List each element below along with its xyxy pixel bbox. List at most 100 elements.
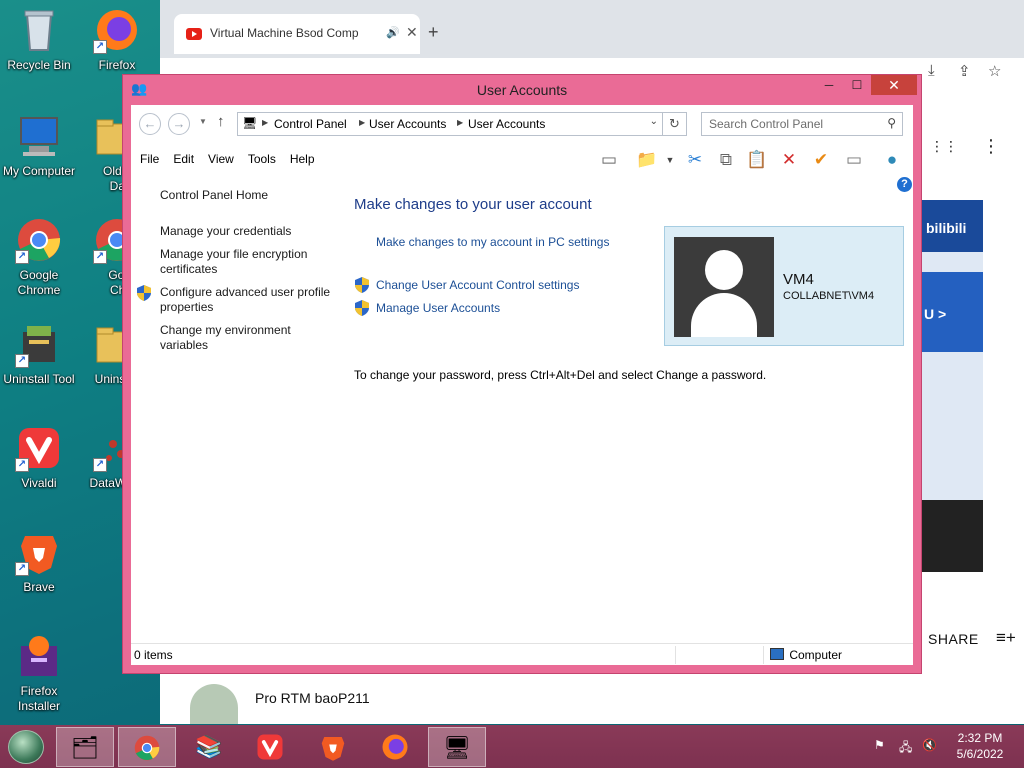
back-button[interactable]: ← [139,113,161,135]
brave-icon: ↗ [15,528,63,576]
taskbar-firefox[interactable] [366,727,424,767]
desktop-icon-label-line2: Chrome [17,283,61,297]
status-location-label: Computer [789,648,843,662]
download-icon[interactable]: ⤓ [928,62,935,79]
bookmark-star-icon[interactable]: ☆ [988,62,1001,80]
window-titlebar[interactable]: 👥 User Accounts ─ ☐ ✕ [123,75,921,105]
chrome-icon: ↗ [15,216,63,264]
video-thumbnail [190,684,238,724]
menu-file[interactable]: File [133,150,166,168]
save-playlist-icon[interactable]: ≡+ [996,628,1016,648]
status-divider [763,646,764,664]
system-clock[interactable]: 2:32 PM 5/6/2022 [950,730,1010,762]
help-icon[interactable]: ? [897,177,912,192]
desktop-icon-recycle-bin[interactable]: Recycle Bin [0,6,78,73]
preview-pane-icon[interactable]: ▭ [596,147,622,173]
recent-locations-icon[interactable]: ▼ [199,117,207,126]
taskbar-chrome[interactable] [118,727,176,767]
taskbar-vivaldi[interactable] [241,727,299,767]
uac-shield-icon [355,277,369,293]
file-explorer-icon: 🗂 [71,735,99,760]
recycle-bin-icon [15,6,63,54]
address-dropdown-icon[interactable]: ⌄ [650,116,658,127]
firefox-icon: ↗ [93,6,141,54]
firefox-icon [382,734,408,760]
taskbar-file-explorer[interactable]: 🗂 [56,727,114,767]
search-input[interactable] [702,113,872,135]
uac-settings-link[interactable]: Change User Account Control settings [376,278,579,292]
firefox-installer-icon [15,632,63,680]
taskbar-control-panel[interactable]: 🖥 [428,727,486,767]
breadcrumb-user-accounts[interactable]: User Accounts [369,117,446,131]
address-bar[interactable]: 🖥 ▶ Control Panel ▶ User Accounts ▶ User… [237,112,663,136]
rename-icon[interactable]: ▭ [841,147,867,173]
cut-icon[interactable]: ✂ [682,147,708,173]
network-icon[interactable]: 🖧 [899,738,912,759]
desktop-icon-brave[interactable]: ↗ Brave [0,528,78,595]
desktop-icon-firefox[interactable]: ↗ Firefox [78,6,156,73]
taskbar-brave[interactable] [304,727,362,767]
menu-tools[interactable]: Tools [241,150,283,168]
folder-options-dropdown-icon[interactable]: ▼ [657,147,683,173]
start-button[interactable] [8,730,44,764]
advanced-profile-link[interactable]: Configure advanced user profile properti… [160,285,340,315]
desktop-icon-firefox-installer[interactable]: Firefox Installer [0,632,78,714]
share-button[interactable]: SHARE [928,631,979,647]
menu-edit[interactable]: Edit [166,150,201,168]
chrome-tab[interactable]: Virtual Machine Bsod Comp 🔊 ✕ [174,14,420,54]
refresh-button[interactable]: ↻ [663,112,687,136]
status-location: Computer [770,648,842,662]
status-divider [675,646,676,664]
desktop-icon-vivaldi[interactable]: ↗ Vivaldi [0,424,78,491]
breadcrumb-separator-icon[interactable]: ▶ [262,118,268,127]
breadcrumb-user-accounts-current[interactable]: User Accounts [468,117,545,131]
pc-settings-link[interactable]: Make changes to my account in PC setting… [376,235,609,249]
desktop-icon-label-line2: Installer [17,699,61,713]
volume-muted-icon[interactable]: 🔇 [922,738,937,752]
desktop-icon-google-chrome[interactable]: ↗ Google Chrome [0,216,78,298]
desktop-icon-uninstall-tool[interactable]: ↗ Uninstall Tool [0,320,78,387]
user-silhouette-icon [705,250,743,290]
taskbar-uninstall-tool[interactable]: 📚 [180,727,238,767]
environment-variables-link[interactable]: Change my environment variables [160,323,340,353]
properties-check-icon[interactable]: ✔ [808,147,834,173]
address-bar-row: ← → ▼ ↑ 🖥 ▶ Control Panel ▶ User Account… [131,105,913,141]
breadcrumb-separator-icon[interactable]: ▶ [457,118,463,127]
more-options-icon[interactable]: ⋮ [982,136,1000,157]
manage-user-accounts-link[interactable]: Manage User Accounts [376,301,500,315]
avatar [674,237,774,337]
forward-button[interactable]: → [168,113,190,135]
delete-icon[interactable]: ✕ [776,147,802,173]
user-account-card[interactable]: VM4 COLLABNET\VM4 [664,226,904,346]
video-preview[interactable]: bilibili U > [920,200,983,572]
desktop-icon-label: Vivaldi [21,476,57,490]
clock-time: 2:32 PM [957,731,1003,745]
menu-view[interactable]: View [201,150,241,168]
up-button[interactable]: ↑ [217,113,225,130]
search-icon[interactable]: ⚲ [887,116,896,130]
speaker-icon[interactable]: 🔊 [386,26,400,39]
desktop-icon-label: Google [19,268,59,282]
action-center-flag-icon[interactable]: ⚑ [874,738,885,752]
vivaldi-icon [257,734,283,760]
network-globe-icon[interactable]: ● [879,147,905,173]
file-encryption-link[interactable]: Manage your file encryption certificates [160,247,340,277]
manage-credentials-link[interactable]: Manage your credentials [160,224,340,239]
breadcrumb-control-panel[interactable]: Control Panel [274,117,347,131]
new-tab-icon[interactable]: + [428,22,439,43]
close-tab-icon[interactable]: ✕ [406,24,418,41]
share-page-icon[interactable]: ⇪ [958,62,971,80]
close-button[interactable]: ✕ [871,75,917,95]
desktop-icon-my-computer[interactable]: My Computer [0,112,78,179]
minimize-button[interactable]: ─ [815,75,843,95]
youtube-icon [186,28,202,40]
control-panel-home-link[interactable]: Control Panel Home [160,188,340,203]
search-box[interactable]: ⚲ [701,112,903,136]
clock-date: 5/6/2022 [956,747,1004,761]
copy-icon[interactable]: ⧉ [713,147,739,173]
paste-icon[interactable]: 📋 [744,147,770,173]
breadcrumb-separator-icon[interactable]: ▶ [359,118,365,127]
maximize-button[interactable]: ☐ [843,75,871,95]
menu-help[interactable]: Help [283,150,322,168]
apps-grid-icon[interactable]: ⋮⋮ [930,138,958,155]
